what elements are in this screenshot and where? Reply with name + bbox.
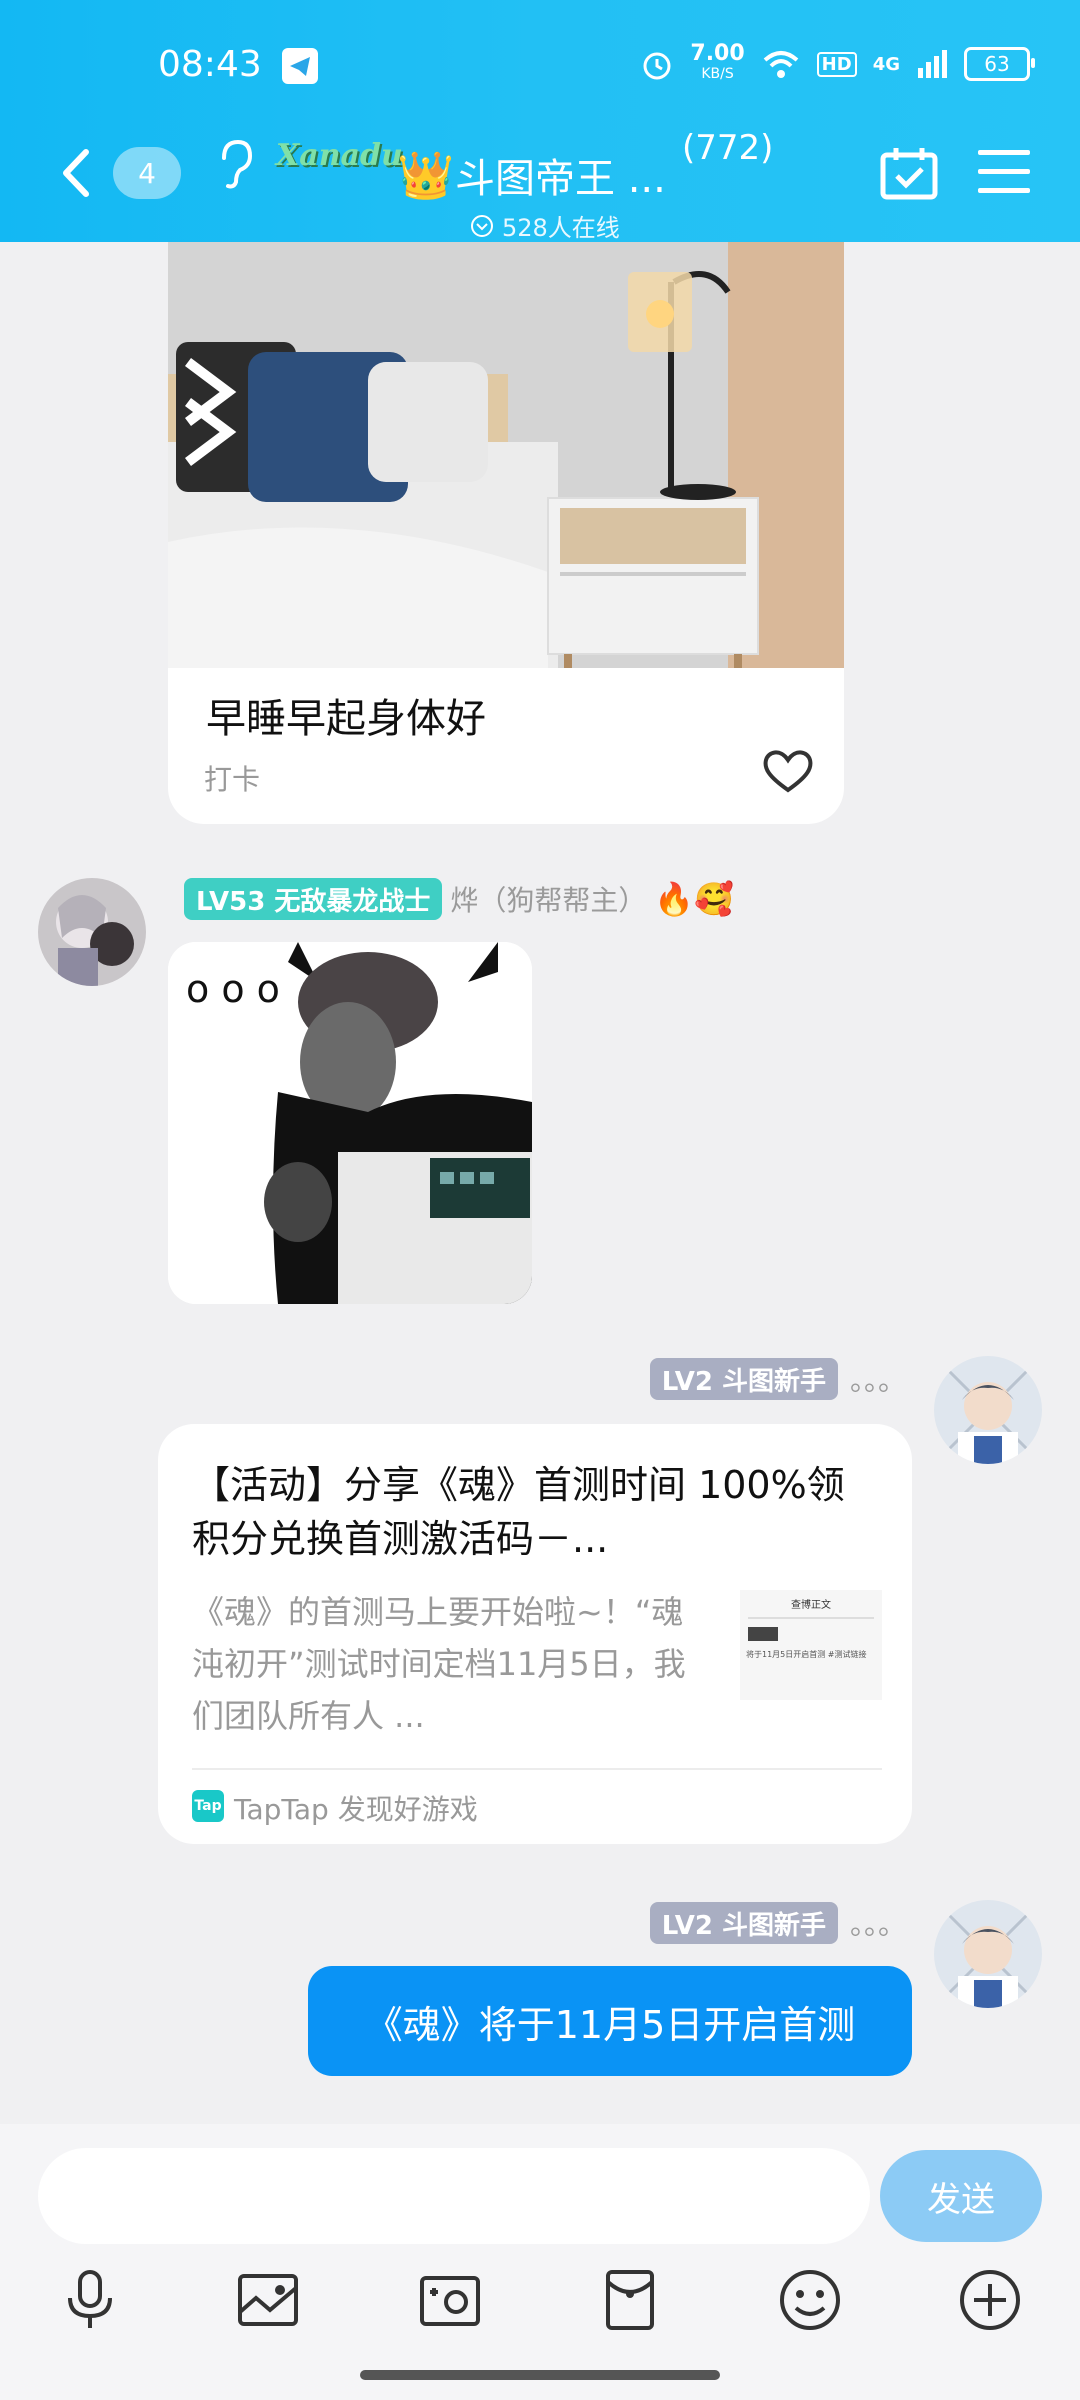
wifi-icon	[763, 51, 798, 78]
my-avatar[interactable]	[934, 1356, 1042, 1464]
brand-logo: Xanadu	[276, 138, 403, 173]
card-title: 早睡早起身体好	[206, 696, 486, 742]
card-subtitle: 打卡	[204, 763, 261, 796]
chat-header: 08:43 7.00 KB/S HD 4G 63 4 Xanadu 👑 斗图帝王…	[0, 0, 1080, 242]
calendar-check-icon[interactable]	[880, 146, 938, 200]
shared-link-card[interactable]: 【活动】分享《魂》首测时间 100%领积分兑换首测激活码－... 《魂》的首测马…	[158, 1424, 912, 1844]
message-input[interactable]	[38, 2148, 870, 2244]
level-tag: LV53 无敌暴龙战士	[184, 878, 443, 920]
taptap-icon: Tap	[192, 1790, 224, 1822]
anime-avatar-image	[38, 878, 146, 986]
thumbnail-header: 查博正文	[791, 1600, 831, 1611]
status-icons: 7.00 KB/S HD 4G 63	[640, 41, 1035, 84]
sender-badges: 🔥🥰	[654, 880, 735, 918]
unread-badge[interactable]: 4	[113, 147, 181, 199]
camera-icon[interactable]	[418, 2268, 482, 2332]
menu-icon[interactable]	[978, 150, 1030, 194]
share-description: 《魂》的首测马上要开始啦~！“魂沌初开”测试时间定档11月5日，我们团队所有人 …	[192, 1593, 686, 1735]
avatar[interactable]	[38, 878, 146, 986]
hd-badge: HD	[816, 51, 857, 77]
message-bubble[interactable]: 《魂》将于11月5日开启首测	[308, 1966, 912, 2076]
online-count: 528人在线	[502, 214, 620, 242]
member-count: (772)	[682, 128, 774, 168]
meme-sticker: o o o	[168, 942, 532, 1304]
thumbnail-text: 将于11月5日开启首测 #测试链接	[746, 1650, 867, 1659]
sender-line: LV2 斗图新手 。。。	[649, 1358, 906, 1400]
anime-avatar-image	[934, 1356, 1042, 1464]
group-title[interactable]: 斗图帝王 ...	[455, 146, 666, 204]
sender-line: LV53 无敌暴龙战士 烨（狗帮帮主） 🔥🥰	[184, 878, 734, 920]
sender-nickname[interactable]: 烨（狗帮帮主）	[450, 879, 646, 919]
status-time: 08:43	[158, 44, 262, 85]
battery-indicator: 63	[964, 47, 1035, 81]
sticker-text: o o o	[186, 967, 280, 1011]
image-icon[interactable]	[236, 2268, 300, 2332]
microphone-icon[interactable]	[58, 2268, 122, 2332]
send-button[interactable]: 发送	[880, 2150, 1042, 2242]
share-title: 【活动】分享《魂》首测时间 100%领积分兑换首测激活码－...	[192, 1463, 845, 1561]
thumbnail-block	[748, 1627, 778, 1641]
sender-nickname[interactable]: 。。。	[850, 1359, 906, 1399]
crown-icon: 👑	[397, 148, 455, 202]
sender-line: LV2 斗图新手 。。。	[649, 1902, 906, 1944]
online-status: 528人在线	[470, 208, 620, 243]
net-speed-value: 7.00	[690, 41, 745, 66]
thumbnail-line	[748, 1617, 874, 1619]
heart-icon[interactable]	[762, 748, 814, 794]
red-packet-icon[interactable]	[598, 2268, 662, 2332]
my-avatar[interactable]	[934, 1900, 1042, 2008]
checkin-photo-card[interactable]: 早睡早起身体好 打卡	[168, 242, 844, 824]
network-type: 4G	[872, 53, 900, 75]
level-tag: LV2 斗图新手	[649, 1358, 838, 1400]
bedroom-photo	[168, 242, 844, 668]
net-speed: 7.00 KB/S	[690, 41, 745, 84]
net-speed-unit: KB/S	[701, 66, 734, 82]
ear-icon[interactable]	[214, 138, 254, 190]
alarm-icon	[643, 52, 671, 80]
bedroom-illustration	[168, 242, 844, 668]
battery-level: 63	[984, 52, 1010, 76]
share-source: TapTap 发现好游戏	[234, 1793, 478, 1826]
chevron-circle-icon	[471, 214, 493, 237]
divider	[192, 1768, 882, 1770]
telegram-icon	[282, 48, 318, 84]
level-tag: LV2 斗图新手	[649, 1902, 838, 1944]
sticker-image[interactable]: o o o	[168, 942, 532, 1304]
sender-nickname[interactable]: 。。。	[850, 1903, 906, 1943]
plus-icon[interactable]	[958, 2268, 1022, 2332]
home-indicator[interactable]	[360, 2370, 720, 2380]
back-icon[interactable]	[56, 148, 96, 198]
share-thumbnail: 查博正文 将于11月5日开启首测 #测试链接	[740, 1590, 882, 1700]
emoji-icon[interactable]	[778, 2268, 842, 2332]
signal-icon	[918, 50, 947, 78]
anime-avatar-image	[934, 1900, 1042, 2008]
